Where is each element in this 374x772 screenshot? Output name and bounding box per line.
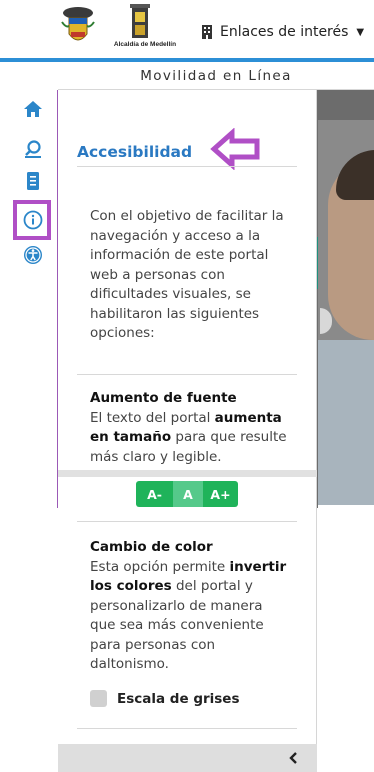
panel-footer — [58, 744, 317, 772]
intro-text: Con el objetivo de facilitar la navegaci… — [90, 208, 284, 341]
caret-down-icon: ▼ — [356, 26, 365, 38]
site-subtitle: Movilidad en Línea — [140, 67, 292, 84]
normal-font-button[interactable]: A — [173, 481, 203, 507]
home-icon[interactable] — [22, 98, 44, 120]
scroll-divider-strip — [58, 470, 317, 477]
title-divider — [77, 166, 297, 167]
accessibility-side-rail — [0, 90, 58, 508]
font-size-controls: A- A A+ — [136, 481, 238, 507]
grayscale-label: Escala de grises — [117, 690, 240, 707]
logo-caption: Alcaldía de Medellín — [113, 41, 177, 48]
grayscale-option[interactable]: Escala de grises — [90, 690, 240, 707]
font-size-title: Aumento de fuente — [90, 390, 237, 406]
building-icon — [202, 25, 212, 39]
links-menu-label: Enlaces de interés — [220, 24, 349, 40]
page-background-lower — [318, 505, 374, 772]
info-icon-highlight — [13, 200, 51, 240]
grayscale-checkbox[interactable] — [90, 690, 107, 707]
accessibility-panel: Accesibilidad Con el objetivo de facilit… — [58, 90, 317, 772]
panel-title: Accesibilidad — [77, 143, 193, 161]
font-size-section: Aumento de fuente El texto del portal aum… — [90, 389, 290, 467]
links-of-interest-menu[interactable]: Enlaces de interés ▼ — [200, 22, 364, 42]
chevron-left-icon — [289, 752, 297, 764]
font-size-text-1: El texto del portal — [90, 409, 215, 426]
decrease-font-button[interactable]: A- — [136, 481, 173, 507]
document-icon[interactable] — [22, 170, 44, 192]
search-location-icon[interactable] — [22, 138, 44, 160]
color-title: Cambio de color — [90, 539, 213, 555]
increase-font-button[interactable]: A+ — [203, 481, 238, 507]
collapse-panel-button[interactable] — [283, 748, 303, 768]
rail-lower-area — [0, 508, 58, 772]
color-text-1: Esta opción permite — [90, 558, 230, 575]
site-subtitle-bar: Movilidad en Línea — [58, 62, 374, 90]
alcaldia-medellin-logo: Alcaldía de Medellín — [100, 4, 190, 50]
color-section: Cambio de color Esta opción permite inver… — [90, 538, 290, 675]
section-divider — [77, 728, 297, 729]
accessibility-icon[interactable] — [22, 244, 44, 266]
pointer-arrow-annotation — [210, 128, 260, 170]
section-divider — [77, 521, 297, 522]
site-header: Alcaldía de Medellín Enlaces de interés … — [0, 0, 374, 62]
colombia-coat-of-arms-logo — [61, 7, 95, 41]
section-divider — [77, 374, 297, 375]
